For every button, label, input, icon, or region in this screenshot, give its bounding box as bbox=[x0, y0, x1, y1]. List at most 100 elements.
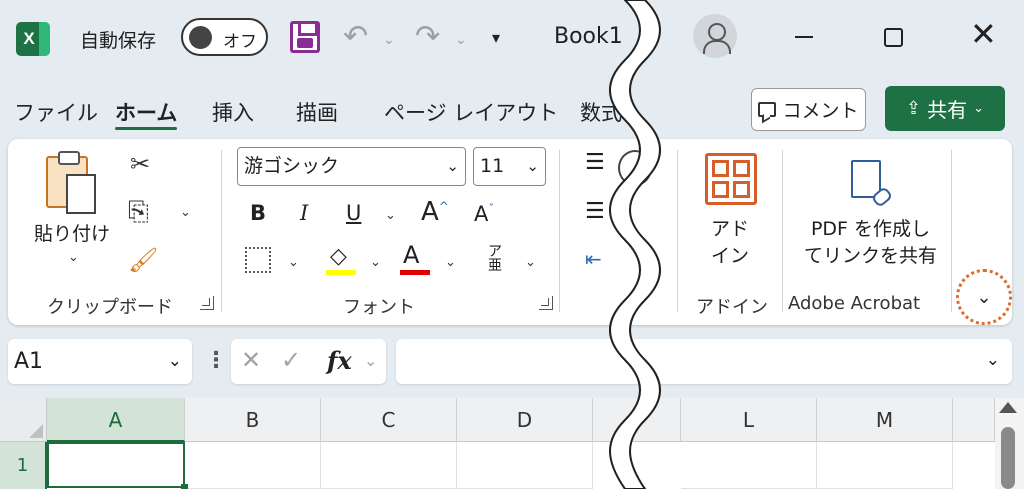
cell[interactable] bbox=[681, 442, 817, 489]
shrink-font-button[interactable]: Aˇ bbox=[474, 202, 494, 226]
ribbon-display-options-button[interactable]: ⌄ bbox=[956, 269, 1012, 325]
insert-function-button[interactable]: fx bbox=[327, 346, 352, 375]
cut-icon[interactable]: ✂ bbox=[130, 152, 150, 176]
scrollbar-thumb[interactable] bbox=[1001, 427, 1015, 489]
font-name-value: 游ゴシック bbox=[244, 155, 340, 177]
create-pdf-link-icon[interactable] bbox=[851, 160, 881, 198]
font-size-select[interactable]: 11 ⌄ bbox=[473, 147, 546, 186]
share-dropdown-icon: ⌄ bbox=[973, 101, 984, 116]
group-divider bbox=[782, 150, 783, 312]
column-header-partial[interactable] bbox=[953, 398, 995, 442]
share-button[interactable]: ⇪ 共有 ⌄ bbox=[885, 86, 1005, 131]
create-pdf-label-2: てリンクを共有 bbox=[804, 245, 938, 267]
account-avatar-icon[interactable] bbox=[693, 14, 737, 58]
borders-icon[interactable] bbox=[245, 247, 271, 273]
paste-dropdown-icon[interactable]: ⌄ bbox=[68, 250, 79, 265]
torn-edge-overlay bbox=[609, 0, 661, 489]
copy-dropdown-icon[interactable]: ⌄ bbox=[180, 205, 191, 220]
chevron-down-icon: ⌄ bbox=[526, 157, 539, 175]
share-label: 共有 bbox=[927, 98, 968, 122]
group-divider bbox=[221, 150, 222, 312]
comment-icon bbox=[758, 102, 777, 117]
select-all-button[interactable] bbox=[0, 398, 47, 442]
cell[interactable] bbox=[817, 442, 953, 489]
redo-dropdown-icon[interactable]: ⌄ bbox=[455, 32, 467, 48]
save-icon[interactable] bbox=[290, 21, 320, 53]
add-ins-button[interactable]: アド イン bbox=[711, 216, 749, 270]
font-launcher-icon[interactable] bbox=[539, 296, 553, 310]
font-color-dropdown-icon[interactable]: ⌄ bbox=[445, 255, 456, 270]
italic-button[interactable]: I bbox=[300, 201, 308, 225]
column-header[interactable]: B bbox=[185, 398, 321, 442]
column-header[interactable]: A bbox=[47, 398, 185, 442]
create-pdf-share-button[interactable]: PDF を作成し てリンクを共有 bbox=[804, 216, 937, 270]
name-box-value: A1 bbox=[14, 349, 44, 374]
phonetic-guide-icon[interactable]: ア亜 bbox=[488, 245, 502, 273]
expand-formula-bar-icon[interactable]: ⌄ bbox=[986, 350, 1000, 370]
chevron-down-icon: ⌄ bbox=[167, 351, 182, 371]
underline-button[interactable]: U bbox=[346, 201, 361, 225]
autosave-state: オフ bbox=[223, 32, 257, 52]
acrobat-group-label: Adobe Acrobat bbox=[788, 293, 921, 314]
clipboard-group-label: クリップボード bbox=[47, 297, 173, 318]
chevron-down-icon: ⌄ bbox=[364, 351, 378, 370]
tab-page-layout[interactable]: ページ レイアウト bbox=[384, 97, 558, 127]
maximize-icon[interactable] bbox=[884, 28, 903, 47]
autosave-toggle[interactable]: オフ bbox=[181, 18, 268, 56]
font-color-swatch bbox=[400, 270, 430, 275]
formula-input[interactable]: ⌄ bbox=[396, 339, 1012, 384]
borders-dropdown-icon[interactable]: ⌄ bbox=[288, 255, 299, 270]
undo-dropdown-icon[interactable]: ⌄ bbox=[383, 32, 395, 48]
chevron-down-icon: ⌄ bbox=[446, 157, 459, 175]
column-header[interactable]: M bbox=[817, 398, 953, 442]
font-color-icon[interactable]: A bbox=[403, 241, 419, 269]
cell[interactable] bbox=[185, 442, 321, 489]
share-icon: ⇪ bbox=[906, 98, 922, 119]
paste-icon[interactable] bbox=[46, 151, 96, 214]
row-header[interactable]: 1 bbox=[0, 442, 47, 489]
scroll-up-icon[interactable] bbox=[999, 402, 1017, 413]
formula-buttons: ✕ ✓ fx ⌄ bbox=[231, 339, 386, 384]
tab-home[interactable]: ホーム bbox=[115, 97, 177, 127]
font-group-label: フォント bbox=[343, 297, 415, 318]
font-size-value: 11 bbox=[480, 155, 505, 177]
paste-label[interactable]: 貼り付け bbox=[34, 219, 110, 246]
active-cell[interactable] bbox=[47, 442, 188, 489]
minimize-icon[interactable] bbox=[795, 36, 813, 38]
clipboard-launcher-icon[interactable] bbox=[200, 296, 214, 310]
add-ins-label-1: アド bbox=[711, 218, 750, 240]
column-header[interactable]: C bbox=[321, 398, 457, 442]
fill-color-icon[interactable]: ◇ bbox=[330, 244, 347, 269]
excel-app-icon: X bbox=[16, 22, 50, 56]
cell[interactable] bbox=[321, 442, 457, 489]
tab-file[interactable]: ファイル bbox=[14, 97, 98, 127]
group-divider bbox=[951, 150, 952, 312]
undo-icon[interactable]: ↶ bbox=[343, 22, 368, 52]
comment-button[interactable]: コメント bbox=[751, 88, 866, 131]
grow-font-button[interactable]: A^ bbox=[421, 197, 449, 227]
name-box[interactable]: A1 ⌄ bbox=[8, 339, 192, 384]
format-painter-icon[interactable]: 🖌 bbox=[128, 248, 158, 272]
copy-icon[interactable]: ⎘ bbox=[128, 199, 149, 225]
add-ins-icon[interactable] bbox=[705, 153, 757, 205]
fill-color-swatch bbox=[326, 270, 356, 275]
enter-icon[interactable]: ✓ bbox=[281, 346, 301, 374]
chevron-down-icon: ⌄ bbox=[976, 286, 992, 308]
toggle-knob bbox=[189, 26, 212, 49]
active-tab-indicator bbox=[115, 127, 177, 130]
add-ins-label-2: イン bbox=[711, 245, 750, 267]
underline-dropdown-icon[interactable]: ⌄ bbox=[385, 208, 396, 223]
font-name-select[interactable]: 游ゴシック ⌄ bbox=[237, 147, 466, 186]
column-header[interactable]: L bbox=[681, 398, 817, 442]
fill-color-dropdown-icon[interactable]: ⌄ bbox=[370, 255, 381, 270]
phonetic-dropdown-icon[interactable]: ⌄ bbox=[525, 255, 536, 270]
customize-qat-icon[interactable]: ▾ bbox=[492, 28, 500, 47]
formula-bar-handle-icon[interactable]: ⋮ bbox=[205, 348, 227, 373]
bold-button[interactable]: B bbox=[250, 201, 266, 225]
tab-insert[interactable]: 挿入 bbox=[212, 97, 254, 127]
redo-icon[interactable]: ↷ bbox=[415, 22, 440, 52]
cancel-icon[interactable]: ✕ bbox=[241, 346, 261, 374]
close-icon[interactable]: ✕ bbox=[970, 16, 997, 52]
tab-draw[interactable]: 描画 bbox=[296, 97, 338, 127]
create-pdf-label-1: PDF を作成し bbox=[810, 218, 931, 240]
